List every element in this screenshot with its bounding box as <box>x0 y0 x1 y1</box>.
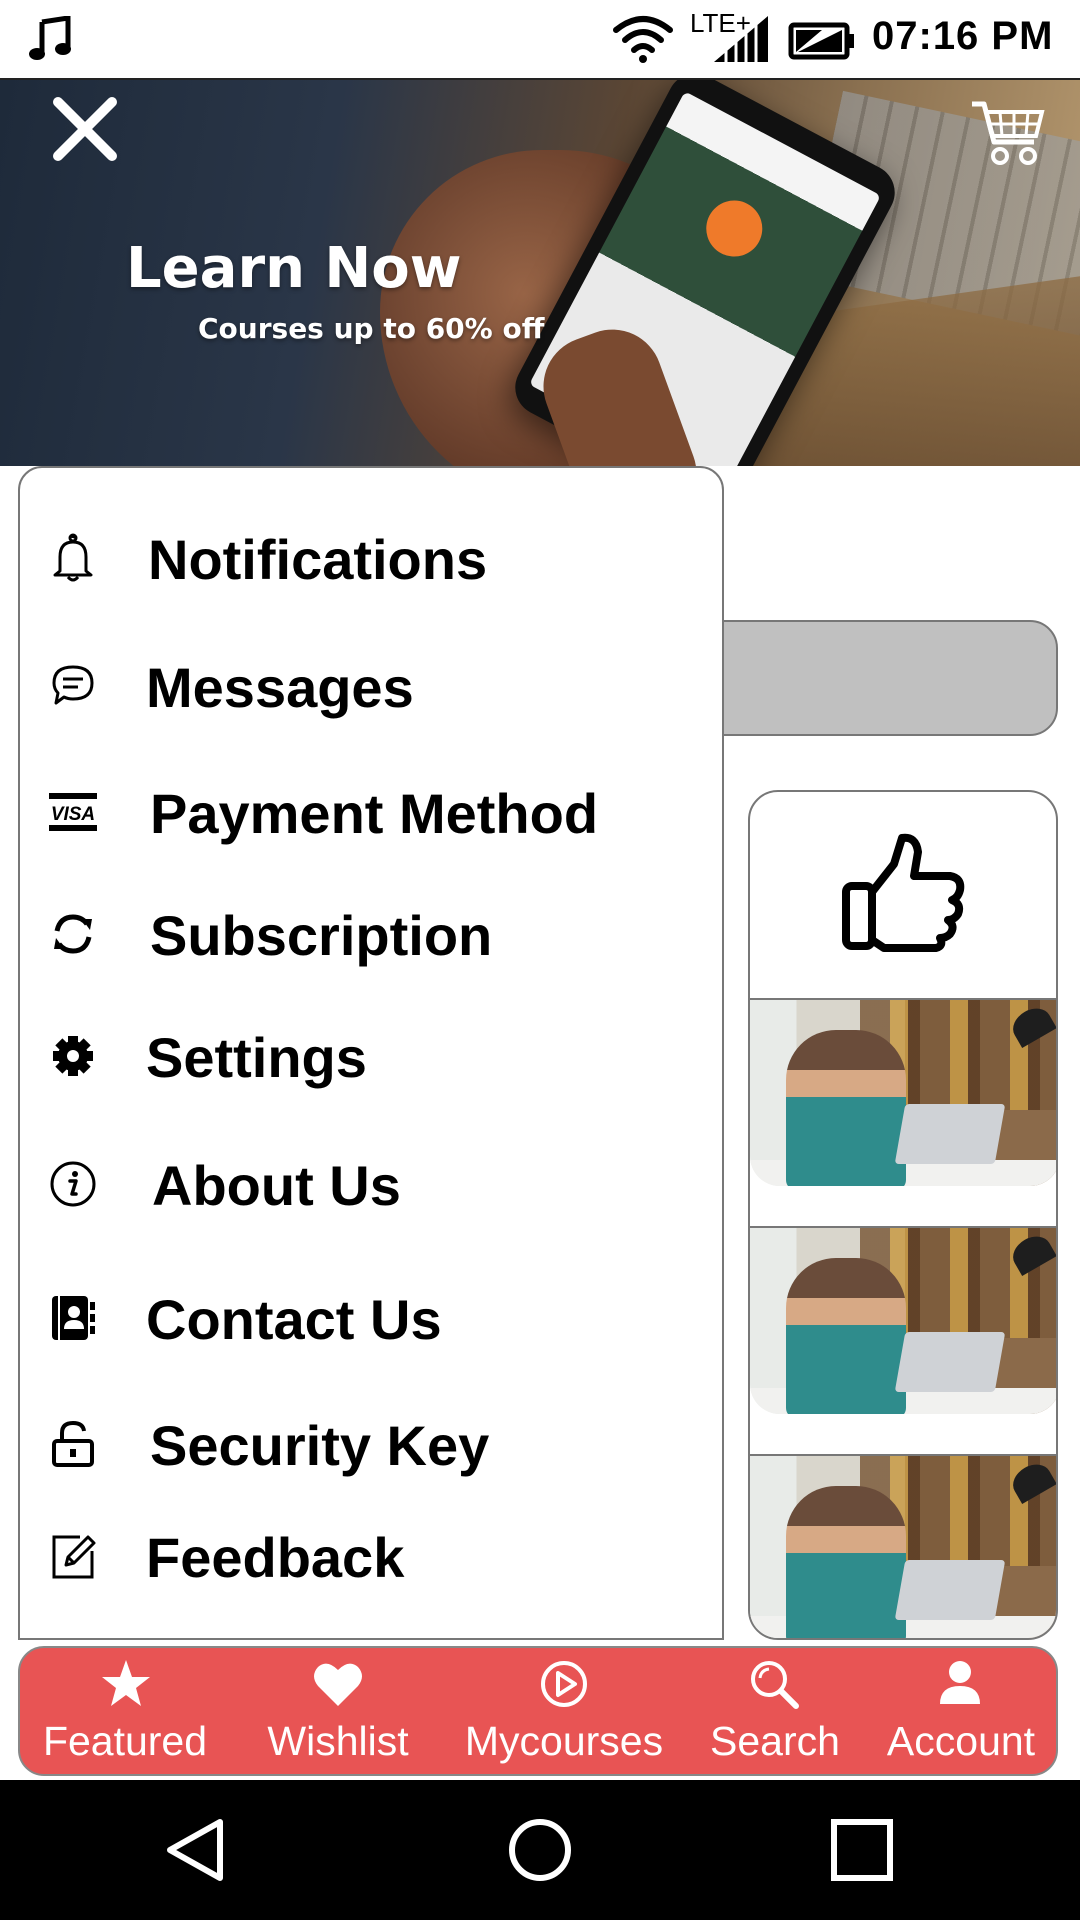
status-bar: LTE+ 07:16 PM <box>0 0 1080 80</box>
nav-label: Mycourses <box>464 1718 664 1764</box>
menu-item-security-key[interactable]: Security Key <box>20 1396 726 1492</box>
system-navigation-bar <box>0 1780 1080 1920</box>
menu-item-payment-method[interactable]: VISA Payment Method <box>20 764 726 860</box>
menu-label: Messages <box>146 656 414 719</box>
visa-card-icon: VISA <box>49 793 97 831</box>
nav-wishlist[interactable]: Wishlist <box>238 1648 438 1778</box>
menu-label: Contact Us <box>146 1288 442 1351</box>
menu-label: Settings <box>146 1026 367 1089</box>
user-icon <box>940 1661 980 1704</box>
menu-item-messages[interactable]: Messages <box>20 638 726 734</box>
menu-item-feedback[interactable]: Feedback <box>20 1508 726 1604</box>
menu-item-notifications[interactable]: Notifications <box>20 510 726 606</box>
menu-label: Subscription <box>150 904 493 967</box>
address-book-icon <box>52 1296 95 1340</box>
hero-title: Learn Now <box>126 236 462 301</box>
menu-label: Payment Method <box>150 782 599 845</box>
thumbs-up-cell[interactable] <box>750 792 1056 998</box>
chat-bubble-icon <box>52 665 94 705</box>
course-thumbnail[interactable] <box>750 998 1056 1186</box>
course-thumbnail[interactable] <box>750 1226 1056 1414</box>
battery-icon <box>788 22 854 60</box>
menu-label: Notifications <box>148 528 488 591</box>
search-icon <box>751 1661 799 1709</box>
recents-icon[interactable] <box>826 1814 898 1886</box>
menu-item-contact-us[interactable]: Contact Us <box>20 1270 726 1366</box>
menu-item-subscription[interactable]: Subscription <box>20 886 726 982</box>
menu-item-about-us[interactable]: About Us <box>20 1136 726 1232</box>
course-thumbnail[interactable] <box>750 1454 1056 1638</box>
menu-label: Feedback <box>146 1526 405 1589</box>
svg-text:VISA: VISA <box>51 804 95 825</box>
info-icon <box>50 1161 96 1207</box>
navigation-drawer: Notifications Messages VISA Payment Meth… <box>18 466 724 1640</box>
nav-label: Account <box>886 1718 1036 1764</box>
star-icon <box>102 1660 150 1706</box>
nav-account[interactable]: Account <box>866 1648 1056 1778</box>
unlock-icon <box>52 1420 94 1467</box>
nav-label: Featured <box>42 1718 208 1764</box>
nav-featured[interactable]: Featured <box>20 1648 230 1778</box>
close-icon[interactable] <box>50 94 120 164</box>
nav-mycourses[interactable]: Mycourses <box>446 1648 682 1778</box>
cart-icon[interactable] <box>970 98 1046 170</box>
nav-label: Search <box>710 1718 840 1764</box>
bottom-navigation: Featured Wishlist Mycourses Search Accou… <box>18 1646 1058 1776</box>
nav-label: Wishlist <box>267 1718 409 1764</box>
clock: 07:16 PM <box>872 14 1054 58</box>
menu-label: Security Key <box>150 1414 490 1477</box>
gear-icon <box>53 1036 93 1076</box>
signal-icon <box>714 16 768 62</box>
nav-search[interactable]: Search <box>690 1648 860 1778</box>
edit-icon <box>52 1535 96 1579</box>
thumbs-up-icon[interactable] <box>840 830 970 960</box>
hero-subtitle: Courses up to 60% off <box>198 312 545 345</box>
recommended-card[interactable] <box>748 790 1058 1640</box>
back-icon[interactable] <box>160 1814 232 1886</box>
refresh-icon <box>54 914 92 954</box>
music-note-icon <box>29 16 71 60</box>
heart-icon <box>314 1663 362 1706</box>
play-circle-icon <box>541 1661 587 1707</box>
menu-item-settings[interactable]: Settings <box>20 1008 726 1104</box>
menu-label: About Us <box>152 1154 401 1217</box>
home-icon[interactable] <box>504 1814 576 1886</box>
wifi-icon <box>613 16 673 63</box>
bell-icon <box>53 533 93 582</box>
